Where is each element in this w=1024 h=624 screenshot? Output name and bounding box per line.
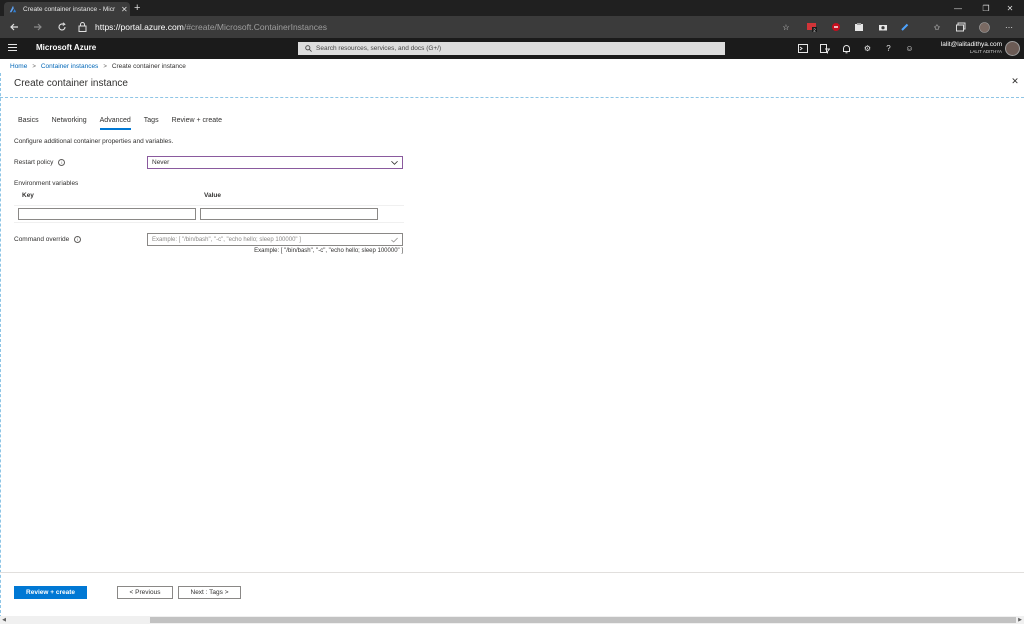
browser-address-bar: https://portal.azure.com /#create/Micros… bbox=[0, 16, 1024, 38]
pen-extension-icon[interactable] bbox=[899, 21, 911, 33]
command-override-input[interactable]: Example: [ "/bin/bash", "-c", "echo hell… bbox=[147, 233, 403, 246]
review-create-button[interactable]: Review + create bbox=[14, 586, 87, 599]
profile-avatar-icon[interactable] bbox=[978, 21, 990, 33]
brand-title[interactable]: Microsoft Azure bbox=[36, 43, 96, 52]
close-icon[interactable]: ✕ bbox=[1010, 76, 1020, 86]
azure-top-bar: Microsoft Azure Search resources, servic… bbox=[0, 38, 1024, 59]
command-override-label: Command override i bbox=[14, 236, 82, 243]
account-email: lalit@lalitadithya.com bbox=[940, 41, 1002, 48]
chevron-down-icon bbox=[391, 160, 398, 165]
close-tab-icon[interactable]: ✕ bbox=[121, 5, 128, 14]
adblock-extension-icon[interactable] bbox=[830, 21, 842, 33]
env-row-divider bbox=[14, 205, 404, 206]
env-row-divider bbox=[14, 222, 404, 223]
breadcrumb-separator: > bbox=[103, 63, 107, 70]
url-path: /#create/Microsoft.ContainerInstances bbox=[183, 22, 327, 32]
help-icon[interactable]: ? bbox=[883, 43, 894, 54]
browser-tab-strip: Create container instance - Micr ✕ + — ❐… bbox=[0, 0, 1024, 16]
back-arrow-icon[interactable] bbox=[7, 20, 21, 34]
page-title: Create container instance bbox=[14, 78, 128, 89]
command-override-placeholder: Example: [ "/bin/bash", "-c", "echo hell… bbox=[152, 236, 301, 243]
form-description: Configure additional container propertie… bbox=[14, 138, 174, 145]
favorites-icon[interactable]: ✩ bbox=[931, 21, 943, 33]
breadcrumb: Home > Container instances > Create cont… bbox=[10, 63, 186, 70]
scroll-left-arrow-icon[interactable]: ◀ bbox=[0, 616, 8, 624]
cloud-shell-icon[interactable] bbox=[797, 43, 808, 54]
scroll-right-arrow-icon[interactable]: ▶ bbox=[1016, 616, 1024, 624]
env-key-input[interactable] bbox=[18, 208, 196, 220]
clipboard-extension-icon[interactable] bbox=[853, 21, 865, 33]
account-directory: LALIT ADITHYA bbox=[969, 49, 1002, 54]
lock-icon bbox=[78, 22, 87, 32]
tab-review-create[interactable]: Review + create bbox=[172, 117, 222, 130]
global-search-input[interactable]: Search resources, services, and docs (G+… bbox=[298, 42, 725, 55]
horizontal-scrollbar[interactable]: ◀ ▶ bbox=[0, 616, 1024, 624]
feedback-icon[interactable]: ☺ bbox=[904, 43, 915, 54]
search-icon bbox=[305, 45, 312, 52]
breadcrumb-container-instances[interactable]: Container instances bbox=[41, 63, 98, 70]
close-window-icon[interactable]: ✕ bbox=[996, 0, 1024, 16]
env-value-input[interactable] bbox=[200, 208, 378, 220]
tab-networking[interactable]: Networking bbox=[52, 117, 87, 130]
footer-divider bbox=[0, 572, 1024, 573]
url-host: https://portal.azure.com bbox=[95, 22, 184, 32]
search-placeholder: Search resources, services, and docs (G+… bbox=[316, 45, 442, 52]
checkmark-icon bbox=[391, 237, 398, 243]
environment-variables-label: Environment variables bbox=[14, 180, 79, 187]
new-tab-icon[interactable]: + bbox=[134, 2, 140, 14]
settings-icon[interactable]: ⚙ bbox=[862, 43, 873, 54]
favorite-star-icon[interactable]: ☆ bbox=[780, 21, 792, 33]
collections-icon[interactable] bbox=[955, 21, 967, 33]
command-override-hint: Example: [ "/bin/bash", "-c", "echo hell… bbox=[254, 248, 403, 254]
breadcrumb-separator: > bbox=[32, 63, 36, 70]
avatar[interactable] bbox=[1005, 41, 1020, 56]
tab-basics[interactable]: Basics bbox=[18, 117, 39, 130]
restart-policy-select[interactable]: Never bbox=[147, 156, 403, 169]
tab-advanced[interactable]: Advanced bbox=[99, 117, 131, 130]
info-icon[interactable]: i bbox=[58, 159, 66, 166]
browser-tab[interactable]: Create container instance - Micr ✕ bbox=[4, 2, 130, 16]
browser-tab-title: Create container instance - Micr bbox=[23, 5, 116, 13]
value-column-header: Value bbox=[204, 192, 221, 199]
previous-button[interactable]: < Previous bbox=[117, 586, 173, 599]
refresh-icon[interactable] bbox=[55, 20, 69, 34]
url-field[interactable]: https://portal.azure.com /#create/Micros… bbox=[78, 19, 798, 35]
restart-policy-label: Restart policy i bbox=[14, 159, 66, 166]
breadcrumb-current: Create container instance bbox=[111, 63, 186, 70]
command-override-label-text: Command override bbox=[14, 236, 70, 243]
blade-left-border bbox=[0, 73, 1, 618]
key-column-header: Key bbox=[22, 192, 34, 199]
menu-hamburger-icon[interactable] bbox=[8, 44, 17, 53]
breadcrumb-home[interactable]: Home bbox=[10, 63, 27, 70]
extension-badge-icon[interactable]: 2 bbox=[806, 21, 818, 33]
next-tags-button[interactable]: Next : Tags > bbox=[178, 586, 241, 599]
form-tabs: Basics Networking Advanced Tags Review +… bbox=[18, 117, 235, 130]
minimize-icon[interactable]: — bbox=[944, 0, 972, 16]
restart-policy-label-text: Restart policy bbox=[14, 159, 54, 166]
forward-arrow-icon[interactable] bbox=[31, 20, 45, 34]
more-menu-icon[interactable]: ⋯ bbox=[1003, 21, 1015, 33]
scrollbar-thumb[interactable] bbox=[150, 617, 1016, 623]
directory-filter-icon[interactable] bbox=[819, 43, 830, 54]
restart-policy-value: Never bbox=[152, 159, 170, 166]
camera-extension-icon[interactable] bbox=[877, 21, 889, 33]
azure-favicon-icon bbox=[9, 5, 17, 13]
notifications-icon[interactable] bbox=[841, 43, 852, 54]
blade-header: Create container instance ✕ bbox=[0, 73, 1024, 98]
tab-tags[interactable]: Tags bbox=[144, 117, 159, 130]
info-icon[interactable]: i bbox=[74, 236, 82, 243]
account-info[interactable]: lalit@lalitadithya.com LALIT ADITHYA bbox=[941, 41, 1002, 54]
